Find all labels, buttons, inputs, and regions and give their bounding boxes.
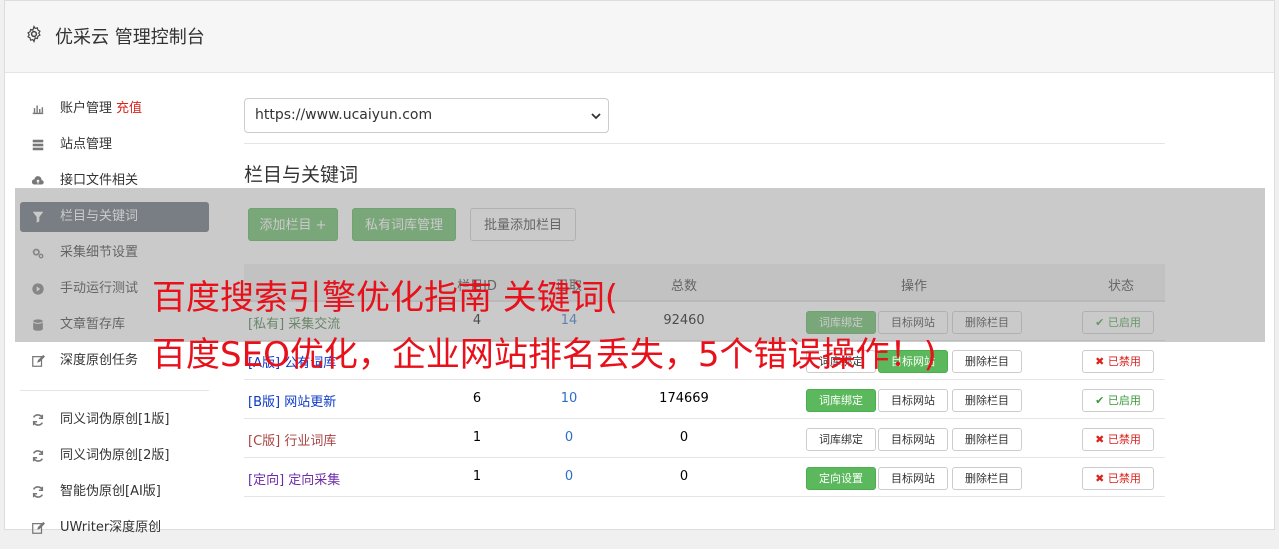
- close-icon: ✖: [1095, 355, 1105, 368]
- lib-bind-button[interactable]: 词库绑定: [806, 428, 876, 451]
- sidebar-item-label: 站点管理: [60, 137, 113, 152]
- sidebar-item-label: 智能伪原创[AI版]: [60, 484, 161, 499]
- total-count: 0: [679, 430, 689, 445]
- sidebar-item-9[interactable]: 同义词伪原创[2版]: [20, 441, 209, 471]
- status-toggle[interactable]: ✖ 已禁用: [1082, 467, 1154, 490]
- refresh-icon: [32, 414, 44, 426]
- sidebar-item-label: 接口文件相关: [60, 173, 139, 188]
- status-label: 已禁用: [1107, 472, 1141, 485]
- status-toggle[interactable]: ✖ 已禁用: [1082, 350, 1154, 373]
- delete-column-button[interactable]: 删除栏目: [952, 389, 1022, 412]
- column-name-link[interactable]: [定向] 定向采集: [248, 469, 340, 488]
- sidebar-item-0[interactable]: 账户管理 充值: [20, 94, 209, 124]
- site-select[interactable]: https://www.ucaiyun.com: [244, 98, 609, 133]
- column-name: 网站更新: [284, 395, 337, 410]
- sidebar-divider: [20, 390, 209, 391]
- column-tag: [C版]: [248, 434, 281, 449]
- column-tag: [B版]: [248, 395, 281, 410]
- status-label: 已禁用: [1107, 433, 1141, 446]
- delete-column-button[interactable]: 删除栏目: [952, 428, 1022, 451]
- delete-column-button[interactable]: 删除栏目: [952, 467, 1022, 490]
- delete-column-button[interactable]: 删除栏目: [952, 350, 1022, 373]
- panel-header: 优采云 管理控制台: [5, 1, 1274, 73]
- overlay-title-line2: 百度SEO优化，企业网站排名丢失，5个错误操作！): [152, 335, 937, 375]
- fetched-count[interactable]: 10: [539, 391, 599, 406]
- close-icon: ✖: [1095, 433, 1105, 446]
- section-title: 栏目与关键词: [244, 164, 359, 186]
- gear-icon: [27, 25, 41, 43]
- sidebar-item-10[interactable]: 智能伪原创[AI版]: [20, 477, 209, 507]
- column-name-link[interactable]: [B版] 网站更新: [248, 391, 336, 410]
- check-icon: ✔: [1095, 394, 1105, 407]
- target-site-button[interactable]: 目标网站: [878, 467, 948, 490]
- site-select-value: https://www.ucaiyun.com: [255, 107, 433, 123]
- edit-icon: [32, 354, 45, 367]
- recharge-link[interactable]: 充值: [116, 101, 142, 116]
- close-icon: ✖: [1095, 472, 1105, 485]
- status-toggle[interactable]: ✔ 已启用: [1082, 389, 1154, 412]
- sidebar-item-label: 深度原创任务: [60, 353, 139, 368]
- table-row: [C版] 行业词库 1 0 0 词库绑定 目标网站 删除栏目 ✖ 已禁用: [244, 419, 1165, 458]
- column-id: 1: [472, 430, 482, 445]
- sidebar-item-label: 账户管理: [60, 101, 113, 116]
- target-site-button[interactable]: 目标网站: [878, 389, 948, 412]
- total-count: 174669: [659, 391, 709, 406]
- divider: [244, 143, 1165, 144]
- refresh-icon: [32, 450, 44, 462]
- cloud-upload-icon: [31, 176, 44, 185]
- column-name-link[interactable]: [C版] 行业词库: [248, 430, 336, 449]
- lib-bind-button[interactable]: 词库绑定: [806, 389, 876, 412]
- column-name: 行业词库: [284, 434, 337, 449]
- table-row: [B版] 网站更新 6 10 174669 词库绑定 目标网站 删除栏目 ✔ 已启用: [244, 380, 1165, 419]
- refresh-icon: [32, 486, 44, 498]
- status-label: 已禁用: [1107, 355, 1141, 368]
- chevron-down-icon: [591, 113, 601, 120]
- column-id: 1: [472, 469, 482, 484]
- target-site-button[interactable]: 目标网站: [878, 428, 948, 451]
- server-icon: [32, 139, 44, 151]
- table-row: [定向] 定向采集 1 0 0 定向设置 目标网站 删除栏目 ✖ 已禁用: [244, 458, 1165, 497]
- sidebar-item-8[interactable]: 同义词伪原创[1版]: [20, 405, 209, 435]
- lib-bind-button[interactable]: 定向设置: [806, 467, 876, 490]
- column-tag: [定向]: [248, 473, 285, 488]
- bar-chart-icon: [32, 105, 44, 115]
- sidebar-item-11[interactable]: UWriter深度原创: [20, 513, 209, 543]
- status-label: 已启用: [1107, 394, 1141, 407]
- sidebar-item-label: 同义词伪原创[2版]: [60, 448, 170, 463]
- page-title: 优采云 管理控制台: [55, 27, 205, 48]
- total-count: 0: [679, 469, 689, 484]
- sidebar-item-1[interactable]: 站点管理: [20, 130, 209, 160]
- fetched-count[interactable]: 0: [539, 430, 599, 445]
- column-name: 定向采集: [288, 473, 341, 488]
- sidebar-item-label: 同义词伪原创[1版]: [60, 412, 170, 427]
- overlay-title-line1: 百度搜索引擎优化指南 关键词(: [152, 278, 619, 318]
- status-toggle[interactable]: ✖ 已禁用: [1082, 428, 1154, 451]
- column-id: 6: [472, 391, 482, 406]
- sidebar-item-label: UWriter深度原创: [60, 520, 162, 535]
- fetched-count[interactable]: 0: [539, 469, 599, 484]
- edit-icon: [32, 521, 45, 534]
